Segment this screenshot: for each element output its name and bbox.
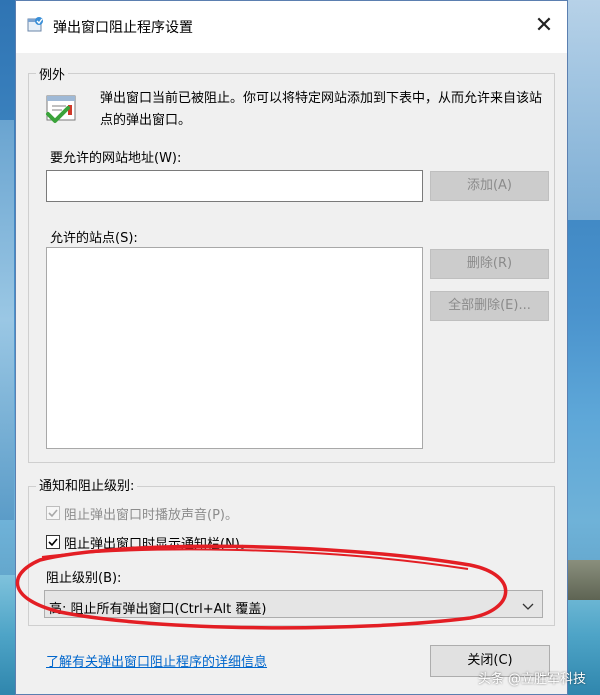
wallpaper-edge [0, 120, 14, 520]
notifications-legend: 通知和阻止级别: [36, 475, 138, 494]
blocking-level-select[interactable]: 高: 阻止所有弹出窗口(Ctrl+Alt 覆盖) [44, 590, 543, 618]
exceptions-legend: 例外 [36, 64, 69, 83]
learn-more-link[interactable]: 了解有关弹出窗口阻止程序的详细信息 [46, 651, 267, 670]
address-label: 要允许的网站地址(W): [50, 151, 182, 166]
play-sound-checkbox[interactable] [46, 506, 60, 520]
allowed-sites-label: 允许的站点(S): [50, 231, 138, 246]
window-title: 弹出窗口阻止程序设置 [53, 20, 193, 36]
website-address-input[interactable] [46, 170, 423, 202]
internet-explorer-settings-icon [26, 16, 44, 34]
popup-blocked-icon [44, 93, 80, 129]
popup-blocker-settings-dialog: 弹出窗口阻止程序设置 ✕ 例外 弹出窗口当前已被阻止。你可以将特定网站添加到下表… [15, 0, 568, 695]
remove-button[interactable]: 删除(R) [430, 249, 549, 279]
title-bar[interactable]: 弹出窗口阻止程序设置 ✕ [16, 1, 567, 53]
show-notification-bar-checkbox[interactable] [46, 535, 60, 549]
remove-all-button[interactable]: 全部删除(E)... [430, 291, 549, 321]
chevron-down-icon [522, 597, 534, 610]
exceptions-description: 弹出窗口当前已被阻止。你可以将特定网站添加到下表中，从而允许来自该站点的弹出窗口… [100, 91, 543, 128]
play-sound-label: 阻止弹出窗口时播放声音(P)。 [64, 508, 238, 523]
blocking-level-value: 高: 阻止所有弹出窗口(Ctrl+Alt 覆盖) [49, 602, 267, 617]
show-notification-bar-label: 阻止弹出窗口时显示通知栏(N)。 [64, 537, 253, 552]
close-icon[interactable]: ✕ [529, 11, 559, 41]
watermark: 头条 @立胜军科技 [477, 672, 586, 687]
blocking-level-label: 阻止级别(B): [46, 571, 122, 586]
add-button[interactable]: 添加(A) [430, 171, 549, 201]
allowed-sites-list[interactable] [46, 247, 423, 449]
